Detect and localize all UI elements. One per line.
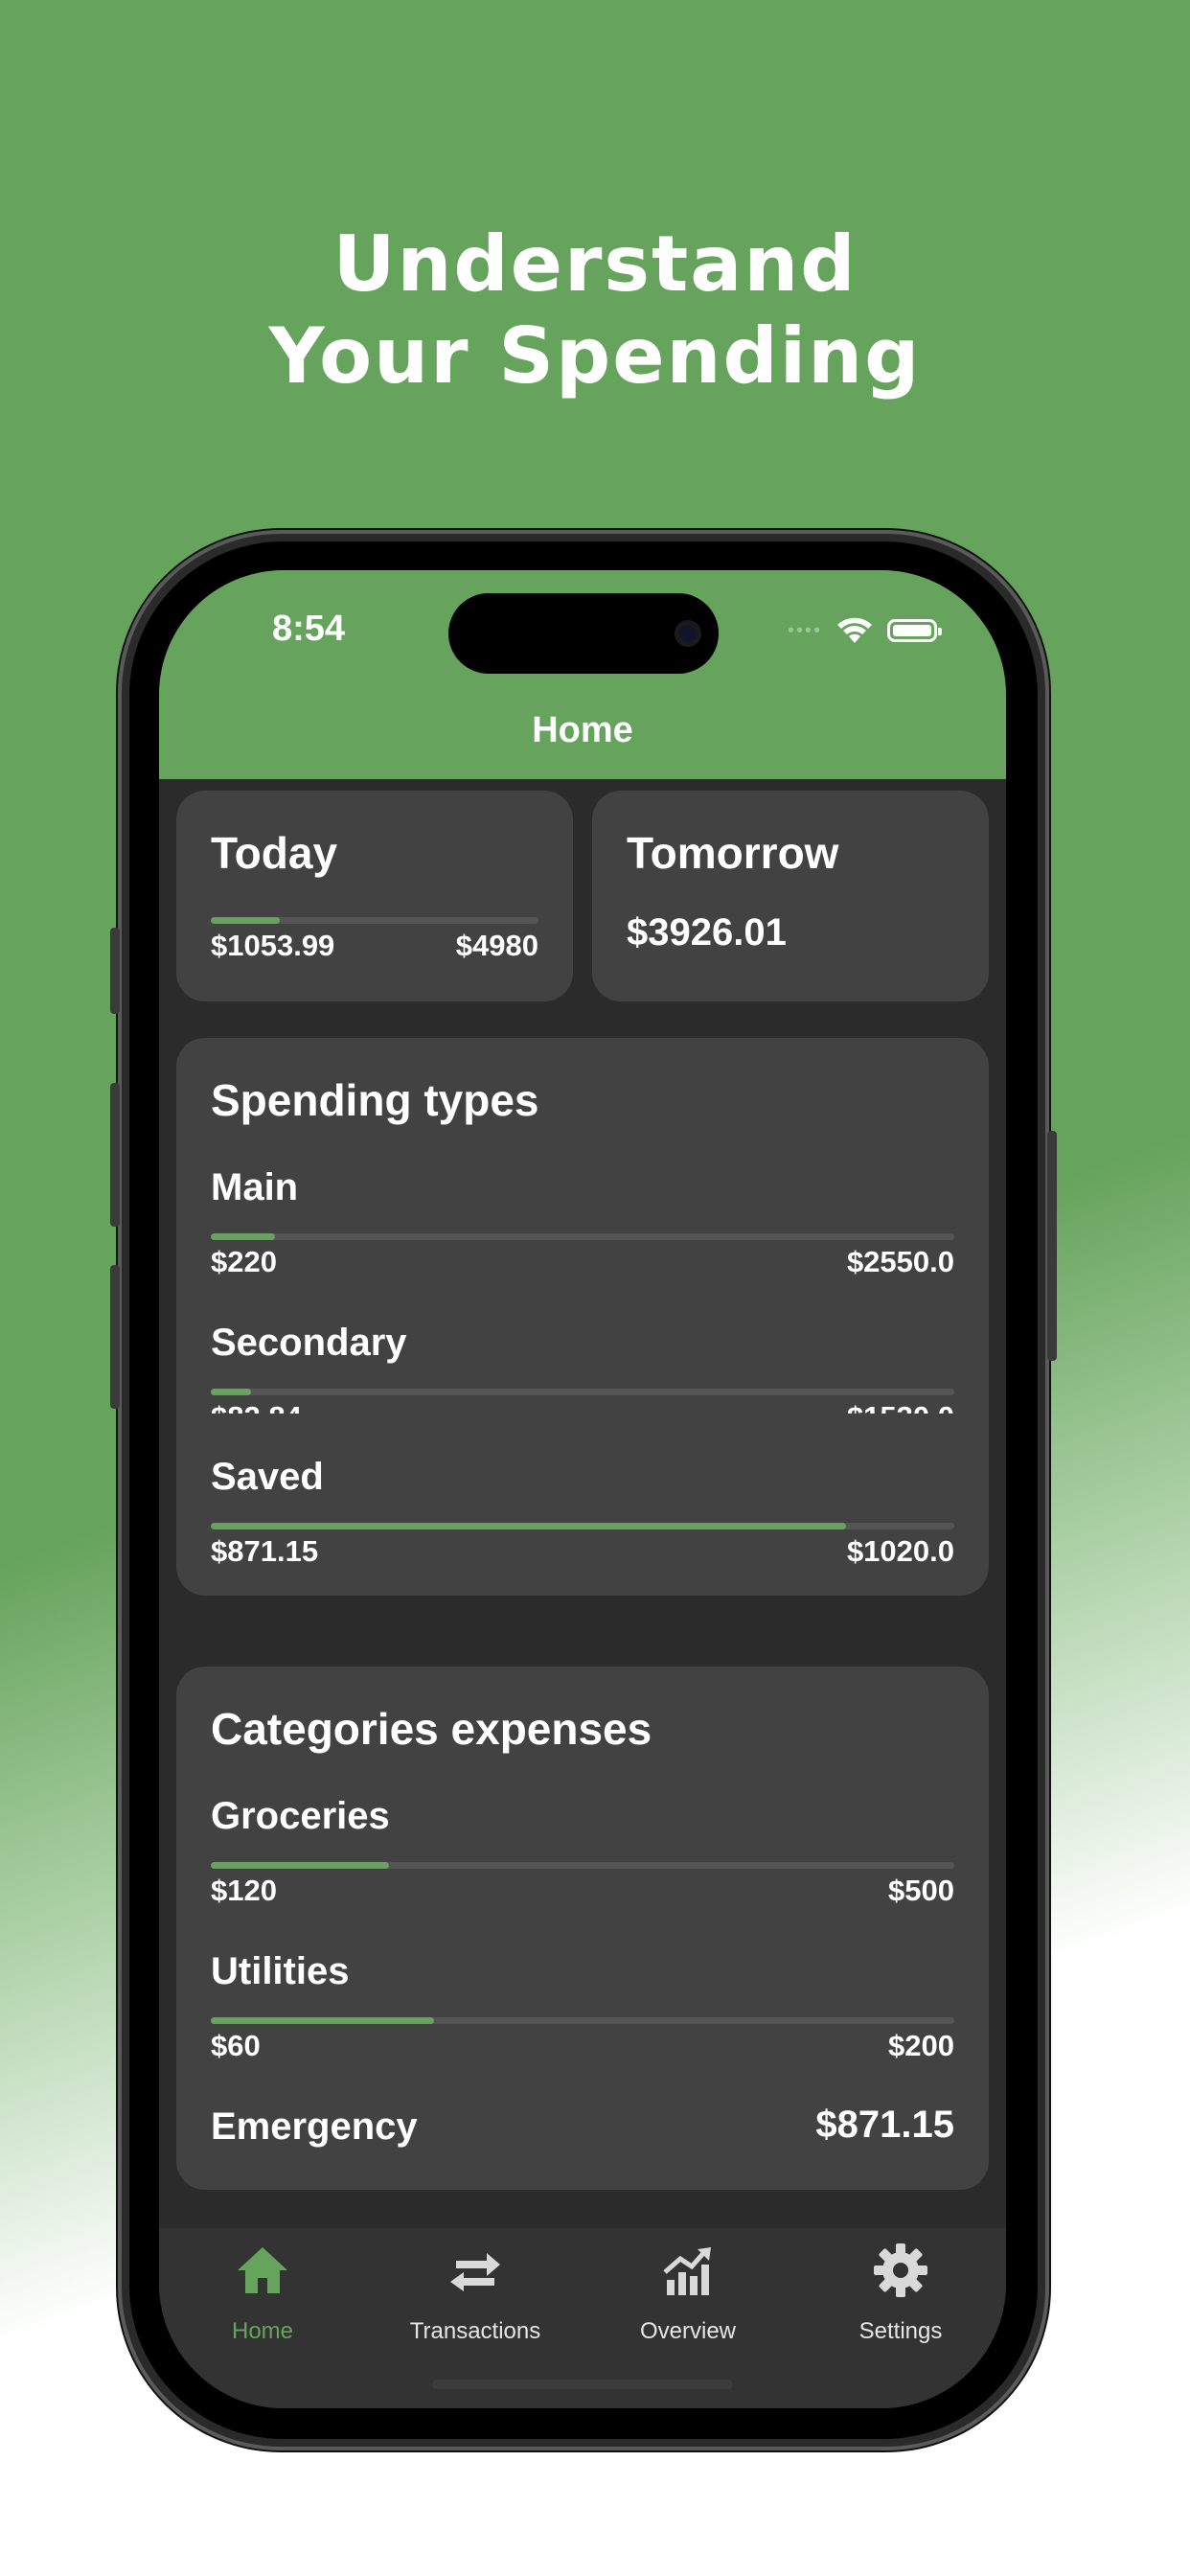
gear-icon (874, 2243, 927, 2297)
today-spent: $1053.99 (211, 929, 335, 962)
page-title: Home (532, 710, 633, 750)
category-label-groceries: Groceries (211, 1795, 390, 1837)
spending-type-limit-main: $2550.0 (846, 1245, 954, 1278)
promo-headline: Understand Your Spending (0, 218, 1190, 402)
tomorrow-title: Tomorrow (627, 828, 839, 878)
category-limit-groceries: $500 (888, 1874, 954, 1907)
spending-type-progress-saved (211, 1523, 954, 1530)
phone-volume-down (110, 1265, 120, 1409)
today-limit: $4980 (455, 929, 538, 962)
tab-bar: Home Transactions Overview Settings (159, 2228, 1006, 2408)
promo-headline-line1: Understand (332, 219, 858, 309)
home-indicator (432, 2380, 733, 2389)
today-title: Today (211, 828, 338, 878)
dynamic-island (448, 593, 719, 674)
spending-types-title: Spending types (211, 1075, 539, 1125)
transfer-arrows-icon (450, 2253, 500, 2291)
tab-home[interactable]: Home (167, 2228, 358, 2362)
category-label-emergency: Emergency (211, 2105, 418, 2148)
tomorrow-card[interactable]: Tomorrow $3926.01 (592, 791, 989, 1001)
chart-trend-icon (663, 2247, 711, 2295)
phone-screen: 8:54 •••• Home Today $1053.99 $4980 Tomo… (159, 570, 1006, 2408)
today-progress-bar (211, 917, 538, 924)
spending-type-label-main: Main (211, 1166, 299, 1208)
spending-type-limit-saved: $1020.0 (846, 1534, 954, 1568)
spending-type-progress-main (211, 1233, 954, 1240)
categories-title: Categories expenses (211, 1704, 652, 1754)
spending-types-card-saved-section: Saved $871.15 $1020.0 (176, 1414, 989, 1596)
category-spent-groceries: $120 (211, 1874, 277, 1907)
spending-type-spent-main: $220 (211, 1245, 277, 1278)
signal-dots-icon: •••• (787, 619, 822, 641)
tab-overview[interactable]: Overview (592, 2228, 784, 2362)
spending-type-spent-saved: $871.15 (211, 1534, 319, 1568)
spending-type-progress-secondary (211, 1389, 954, 1395)
phone-volume-up (110, 1083, 120, 1227)
status-time: 8:54 (272, 609, 346, 649)
category-spent-utilities: $60 (211, 2029, 261, 2062)
category-fill-groceries (211, 1862, 390, 1869)
today-progress-fill (211, 917, 280, 924)
phone-silent-switch (110, 928, 120, 1014)
category-amount-emergency: $871.15 (815, 2104, 954, 2146)
camera-icon (675, 620, 701, 647)
wifi-icon (837, 617, 872, 643)
category-limit-utilities: $200 (888, 2029, 954, 2062)
app-header: 8:54 •••• Home (159, 570, 1006, 779)
categories-card: Categories expenses Groceries $120 $500 … (176, 1667, 989, 2190)
spending-type-fill-main (211, 1233, 275, 1240)
status-indicators: •••• (787, 616, 942, 645)
spending-type-label-saved: Saved (211, 1456, 324, 1498)
category-progress-utilities (211, 2017, 954, 2024)
tomorrow-amount: $3926.01 (627, 911, 787, 954)
phone-power-button (1047, 1131, 1057, 1361)
tab-overview-label: Overview (639, 2318, 737, 2344)
tab-transactions[interactable]: Transactions (379, 2228, 571, 2362)
category-label-utilities: Utilities (211, 1950, 350, 1992)
today-card[interactable]: Today $1053.99 $4980 (176, 791, 573, 1001)
tab-home-label: Home (231, 2318, 294, 2344)
spending-types-card: Spending types Main $220 $2550.0 Seconda… (176, 1038, 989, 1438)
spending-type-fill-secondary (211, 1389, 251, 1395)
tab-settings[interactable]: Settings (805, 2228, 996, 2362)
tab-settings-label: Settings (858, 2318, 943, 2344)
promo-headline-line2: Your Spending (268, 311, 922, 401)
tab-transactions-label: Transactions (409, 2318, 541, 2344)
spending-type-fill-saved (211, 1523, 846, 1530)
battery-icon (887, 619, 942, 642)
spending-type-label-secondary: Secondary (211, 1322, 407, 1364)
home-icon (238, 2247, 287, 2293)
category-fill-utilities (211, 2017, 434, 2024)
category-progress-groceries (211, 1862, 954, 1869)
